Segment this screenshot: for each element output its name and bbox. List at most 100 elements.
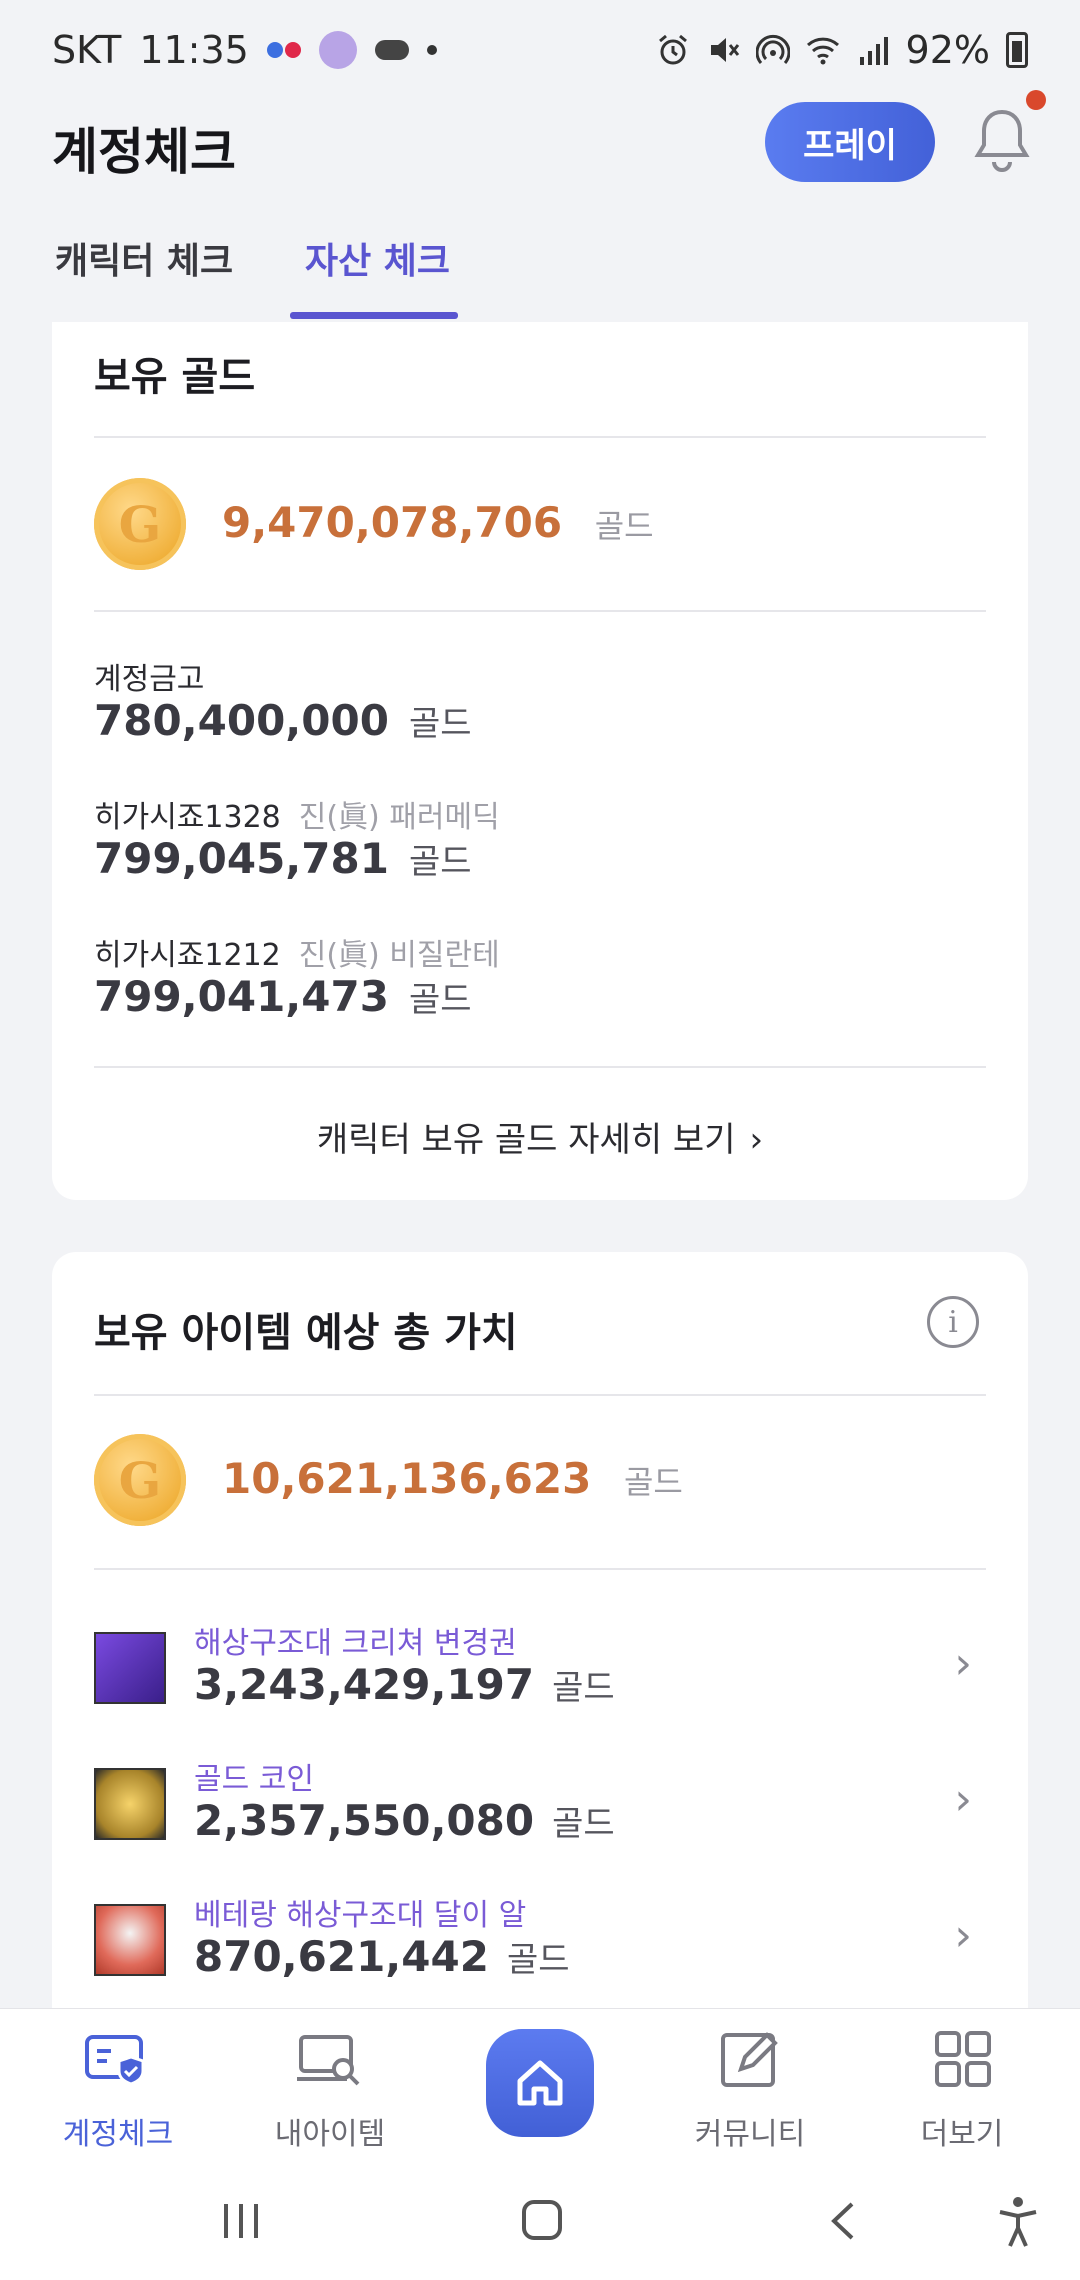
divider [94,1394,986,1396]
nav-home[interactable] [486,2029,594,2137]
nav-label: 계정체크 [62,2117,174,2152]
items-total-unit: 골드 [623,1463,683,1501]
item-name: 골드 코인 [194,1762,314,1797]
character-2-label: 히가시죠1212 진(眞) 비질란테 [94,930,500,974]
bottom-navigation: 계정체크 내아이템 커뮤니티 더보기 [0,2008,1080,2168]
home-icon [517,2060,563,2106]
item-amount-value: 870,621,442 [194,1932,489,1981]
gold-detail-link[interactable]: 캐릭터 보유 골드 자세히 보기 › [52,1112,1028,1161]
account-vault-label: 계정금고 [94,654,204,698]
account-check-icon [85,2035,145,2086]
item-amount-value: 2,357,550,080 [194,1796,535,1845]
character-1-label: 히가시죠1328 진(眞) 패러메딕 [94,792,500,836]
total-gold-value: 9,470,078,706 [222,498,563,547]
accessibility-icon[interactable] [994,2194,1042,2250]
items-total-value: 10,621,136,623 [222,1454,592,1503]
alarm-icon [658,34,687,65]
more-notifications-dot-icon [426,45,437,55]
account-vault-amount: 780,400,000 골드 [94,696,472,745]
app-header: 계정체크 프레이 [0,90,1080,220]
item-amount-unit: 골드 [552,1804,615,1844]
signal-icon [859,37,888,65]
row-label-text: 히가시죠1212 [94,938,281,973]
tab-character-check[interactable]: 캐릭터 체크 [55,232,233,284]
row-amount-value: 780,400,000 [94,696,389,745]
divider [94,1568,986,1570]
cloud-icon [374,40,409,60]
wifi-icon [806,37,839,65]
tab-bar: 캐릭터 체크 자산 체크 [0,222,1080,322]
chevron-right-icon: › [954,1910,972,1961]
items-total-amount: 10,621,136,623 골드 [222,1454,683,1503]
row-label-class: 진(眞) 비질란테 [298,938,500,973]
row-amount-value: 799,045,781 [94,834,389,883]
egg-icon [94,1904,166,1976]
row-label-class: 진(眞) 패러메딕 [298,800,500,835]
nav-label: 내아이템 [274,2117,386,2152]
item-amount: 870,621,442 골드 [194,1932,570,1981]
divider [94,1066,986,1068]
active-tab-indicator [290,312,458,319]
mute-icon [710,38,739,62]
list-item[interactable]: 베테랑 해상구조대 달이 알 870,621,442 골드 › [94,1890,986,1990]
row-amount-unit: 골드 [408,842,472,882]
item-name: 해상구조대 크리쳐 변경권 [194,1626,517,1661]
row-amount-unit: 골드 [408,980,472,1020]
character-1-amount: 799,045,781 골드 [94,834,472,883]
system-navigation-bar [0,2168,1080,2280]
notification-dots-icon [266,42,301,58]
row-amount-value: 799,041,473 [94,972,389,1021]
chevron-right-icon: › [749,1120,764,1160]
item-amount-unit: 골드 [506,1940,570,1980]
item-amount-unit: 골드 [552,1668,615,1708]
item-name: 베테랑 해상구조대 달이 알 [194,1898,527,1933]
total-gold-amount: 9,470,078,706 골드 [222,498,654,547]
items-card-title: 보유 아이템 예상 총 가치 [94,1310,518,1356]
chevron-right-icon: › [954,1774,972,1825]
notification-badge [1026,90,1046,110]
clock: 11:35 [139,28,249,72]
row-amount-unit: 골드 [408,704,472,744]
carrier-label: SKT [52,28,122,72]
divider [94,436,986,438]
community-icon [721,2032,778,2087]
home-system-icon[interactable] [518,2196,566,2244]
items-value-card: 보유 아이템 예상 총 가치 i G 10,621,136,623 골드 해상구… [52,1252,1028,2012]
gold-coin-icon: G [94,478,186,570]
nav-community[interactable]: 커뮤니티 [670,2029,830,2153]
row-label-text: 계정금고 [94,662,205,697]
bell-icon[interactable] [970,104,1034,176]
back-icon[interactable] [822,2198,866,2244]
recent-apps-icon[interactable] [218,2198,264,2244]
gold-coin-icon: G [94,1434,186,1526]
nav-account-check[interactable]: 계정체크 [38,2029,198,2153]
divider [94,610,986,612]
notification-avatar-icon [318,31,357,69]
chevron-right-icon: › [954,1638,972,1689]
pray-button[interactable]: 프레이 [765,102,935,182]
gold-card: 보유 골드 G 9,470,078,706 골드 계정금고 780,400,00… [52,322,1028,1200]
ticket-icon [94,1632,166,1704]
gold-coin-item-icon [94,1768,166,1840]
list-item[interactable]: 골드 코인 2,357,550,080 골드 › [94,1754,986,1854]
total-gold-unit: 골드 [594,507,654,545]
item-amount: 2,357,550,080 골드 [194,1796,615,1845]
info-icon[interactable]: i [927,1296,979,1348]
item-amount: 3,243,429,197 골드 [194,1660,615,1709]
list-item[interactable]: 해상구조대 크리쳐 변경권 3,243,429,197 골드 › [94,1618,986,1718]
status-bar: SKT 11:35 92% [0,0,1080,100]
battery-icon [1006,32,1028,68]
page-title: 계정체크 [52,123,236,181]
nav-my-items[interactable]: 내아이템 [250,2029,410,2153]
nav-label: 더보기 [920,2117,1004,2152]
nav-more[interactable]: 더보기 [882,2029,1042,2153]
hotspot-icon [755,34,790,64]
battery-percent: 92% [905,28,990,72]
gold-card-title: 보유 골드 [94,354,256,400]
gold-detail-link-label: 캐릭터 보유 골드 자세히 보기 [316,1120,736,1160]
character-2-amount: 799,041,473 골드 [94,972,472,1021]
item-amount-value: 3,243,429,197 [194,1660,535,1709]
more-grid-icon [935,2031,991,2087]
row-label-text: 히가시죠1328 [94,800,281,835]
tab-asset-check[interactable]: 자산 체크 [305,232,450,284]
